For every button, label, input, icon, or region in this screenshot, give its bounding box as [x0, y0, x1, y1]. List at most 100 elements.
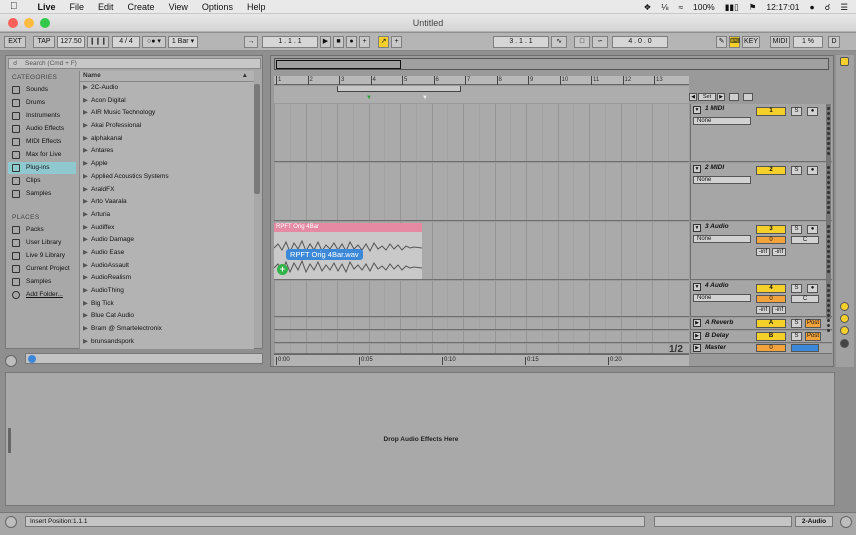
device-view[interactable]: Drop Audio Effects Here	[5, 372, 835, 506]
browser-item[interactable]: ▶ Apple	[80, 158, 254, 171]
record-button[interactable]: ●	[346, 36, 357, 48]
return-header-a-reverb[interactable]: ▶ A Reverb A S Post	[690, 318, 832, 330]
loop-start-field[interactable]: 3 . 1 . 1	[493, 36, 549, 48]
status-toggle-button[interactable]	[5, 516, 17, 528]
track-lane-4-audio[interactable]	[274, 281, 689, 317]
track-input-select[interactable]: None	[693, 235, 751, 243]
expand-arrow-icon[interactable]: ▶	[83, 211, 88, 218]
tap-tempo-button[interactable]: TAP	[33, 36, 55, 48]
name-column-header[interactable]: Name ▲	[80, 71, 254, 82]
browser-item[interactable]: ▶ AIR Music Technology	[80, 107, 254, 120]
browser-item[interactable]: ▶ AraldFX	[80, 184, 254, 197]
track-name[interactable]: 4 Audio	[705, 282, 729, 289]
solo-button[interactable]: S	[791, 225, 802, 234]
category-audio-effects[interactable]: Audio Effects	[8, 123, 76, 135]
punch-in-button[interactable]: □	[574, 36, 590, 48]
track-volume[interactable]: 0	[756, 236, 786, 244]
solo-button[interactable]: S	[791, 332, 802, 341]
track-fold-icon[interactable]: ▼	[693, 106, 701, 114]
track-activator[interactable]: 4	[756, 284, 786, 293]
zoom-window-button[interactable]	[40, 18, 50, 28]
track-fold-icon[interactable]: ▼	[693, 224, 701, 232]
solo-button[interactable]: S	[791, 107, 802, 116]
expand-arrow-icon[interactable]: ▶	[83, 186, 88, 193]
category-drums[interactable]: Drums	[8, 97, 76, 109]
place-live-library[interactable]: Live 9 Library	[8, 250, 76, 262]
browser-item[interactable]: ▶ Arto Vaarala	[80, 196, 254, 209]
menu-app[interactable]: Live	[38, 2, 56, 12]
track-activator[interactable]: 3	[756, 225, 786, 234]
place-packs[interactable]: Packs	[8, 224, 76, 236]
spotlight-icon[interactable]: ☌	[825, 2, 831, 13]
solo-button[interactable]: S	[791, 319, 802, 328]
return-name[interactable]: B Delay	[705, 332, 729, 339]
expand-arrow-icon[interactable]: ▶	[83, 135, 88, 142]
browser-scrollbar[interactable]	[254, 84, 260, 194]
arm-button[interactable]: ●	[807, 166, 818, 175]
category-samples[interactable]: Samples	[8, 188, 76, 200]
browser-item[interactable]: ▶ Antares	[80, 145, 254, 158]
menu-edit[interactable]: Edit	[98, 2, 114, 12]
menu-file[interactable]: File	[70, 2, 85, 12]
dropbox-icon[interactable]: ❖	[644, 2, 652, 13]
draw-mode-button[interactable]: ✎	[716, 36, 727, 48]
expand-arrow-icon[interactable]: ▶	[83, 224, 88, 231]
browser-item[interactable]: ▶ Audio Ease	[80, 247, 254, 260]
arm-button[interactable]: ●	[807, 284, 818, 293]
track-name[interactable]: 3 Audio	[705, 223, 729, 230]
category-instruments[interactable]: Instruments	[8, 110, 76, 122]
category-clips[interactable]: Clips	[8, 175, 76, 187]
place-current-project[interactable]: Current Project	[8, 263, 76, 275]
track-fold-icon[interactable]: ▶	[693, 332, 701, 340]
metronome-button[interactable]: ○● ▾	[142, 36, 166, 48]
expand-arrow-icon[interactable]: ▶	[83, 300, 88, 307]
return-activator[interactable]: A	[756, 319, 786, 328]
expand-arrow-icon[interactable]: ▶	[83, 262, 88, 269]
stop-button[interactable]: ■	[333, 36, 344, 48]
place-add-folder[interactable]: Add Folder...	[8, 289, 76, 301]
browser-item[interactable]: ▶ AudioRealism	[80, 272, 254, 285]
post-button[interactable]: Post	[805, 332, 821, 341]
return-name[interactable]: A Reverb	[705, 319, 733, 326]
computer-keyboard-button[interactable]: ⌨	[729, 36, 740, 48]
expand-arrow-icon[interactable]: ▶	[83, 325, 88, 332]
browser-item[interactable]: ▶ AudioThing	[80, 285, 254, 298]
master-volume[interactable]: 0	[756, 344, 786, 352]
audio-clip-title[interactable]: RPFT Orig 4Bar	[274, 223, 422, 232]
sends-toggle-icon[interactable]	[840, 314, 849, 323]
track-header-2-midi[interactable]: ▼ 2 MIDI None 2 S ●	[690, 163, 832, 221]
loop-length-field[interactable]: 4 . 0 . 0	[612, 36, 668, 48]
punch-out-button[interactable]: ∽	[592, 36, 608, 48]
overdub-button[interactable]: +	[359, 36, 370, 48]
beat-time-ruler[interactable]: 1 2 3 4 5 6 7 8 9 10 11 12 13	[274, 76, 689, 85]
track-input-select[interactable]: None	[693, 117, 751, 125]
expand-arrow-icon[interactable]: ▶	[83, 97, 88, 104]
bluetooth-icon[interactable]: ⅛	[661, 2, 668, 12]
browser-item[interactable]: ▶ Acon Digital	[80, 95, 254, 108]
key-map-button[interactable]: KEY	[742, 36, 760, 48]
track-fold-icon[interactable]: ▶	[693, 319, 701, 327]
arm-button[interactable]: ●	[807, 107, 818, 116]
arm-button[interactable]: ●	[807, 225, 818, 234]
expand-arrow-icon[interactable]: ▶	[83, 160, 88, 167]
play-button[interactable]: ▶	[320, 36, 331, 48]
next-locator-button[interactable]: ▶	[717, 93, 725, 101]
track-volume[interactable]: 0	[756, 295, 786, 303]
quantize-menu[interactable]: 1 Bar ▾	[168, 36, 198, 48]
track-activator[interactable]: 2	[756, 166, 786, 175]
master-header[interactable]: ▶ Master 0	[690, 344, 832, 354]
expand-arrow-icon[interactable]: ▶	[83, 338, 88, 345]
track-fold-icon[interactable]: ▼	[693, 165, 701, 173]
time-signature-field[interactable]: 4 / 4	[112, 36, 140, 48]
loop-brace[interactable]	[337, 86, 461, 92]
set-button[interactable]: Set	[698, 93, 716, 101]
expand-arrow-icon[interactable]: ▶	[83, 287, 88, 294]
solo-button[interactable]: S	[791, 284, 802, 293]
track-header-1-midi[interactable]: ▼ 1 MIDI None 1 S ●	[690, 104, 832, 162]
menu-options[interactable]: Options	[202, 2, 233, 12]
clock[interactable]: 12:17:01	[766, 2, 799, 12]
flag-icon[interactable]: ⚑	[749, 2, 757, 13]
expand-arrow-icon[interactable]: ▶	[83, 122, 88, 129]
browser-item[interactable]: ▶ Arturia	[80, 209, 254, 222]
close-window-button[interactable]	[8, 18, 18, 28]
